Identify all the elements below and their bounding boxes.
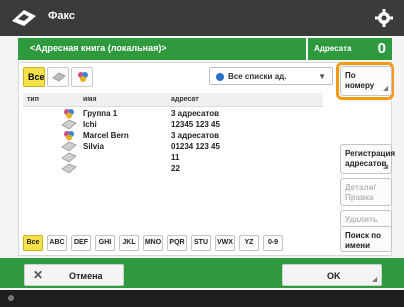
alpha-tab-yz[interactable]: YZ	[239, 235, 259, 251]
alpha-tab-abc[interactable]: ABC	[47, 235, 67, 251]
corner-icon: ◢	[372, 277, 377, 283]
address-list-dropdown[interactable]: Все списки ад. ▼	[209, 67, 333, 85]
delete-label: Удалить	[345, 215, 378, 224]
type-filter-fax[interactable]	[47, 67, 69, 87]
alpha-tab-pqr[interactable]: PQR	[167, 235, 187, 251]
by-number-button[interactable]: По номеру ◢	[340, 66, 392, 96]
fax-icon	[12, 10, 36, 26]
footer-bar: ✕ Отмена OK ◢	[0, 258, 404, 288]
address-book-selector[interactable]: <Адресная книга (локальная)>	[18, 38, 306, 60]
globe-icon	[216, 73, 224, 81]
search-by-name-button[interactable]: Поиск по имени	[340, 226, 392, 252]
alpha-tab-ghi[interactable]: GHI	[95, 235, 115, 251]
row-address: 01234 123 45	[171, 142, 220, 151]
details-edit-label: Детали/ Правка	[345, 183, 376, 202]
details-edit-button[interactable]: Детали/ Правка	[340, 178, 392, 206]
alpha-tab-def[interactable]: DEF	[71, 235, 91, 251]
alpha-tab-jkl[interactable]: JKL	[119, 235, 139, 251]
fax-machine-icon	[52, 72, 66, 82]
address-rows: Группа 1 3 адресатов Ichi 12345 123 45 M…	[23, 108, 323, 174]
cancel-button[interactable]: ✕ Отмена	[24, 264, 124, 286]
row-name: Marcel Bern	[83, 131, 129, 140]
status-bar	[0, 290, 404, 307]
fax-machine-icon	[61, 163, 77, 174]
header-bar: <Адресная книга (локальная)> Адресата 0	[0, 38, 404, 60]
gear-icon[interactable]	[374, 8, 394, 28]
destination-count-value: 0	[377, 40, 386, 57]
alpha-tab-vwx[interactable]: VWX	[215, 235, 235, 251]
ok-label: OK	[327, 271, 341, 281]
title-bar: Факс	[0, 0, 404, 36]
page-title: Факс	[48, 10, 75, 22]
table-header: тип имя адресат	[23, 93, 323, 107]
row-address: 3 адресатов	[171, 109, 220, 118]
row-address: 3 адресатов	[171, 131, 220, 140]
row-address: 11	[171, 153, 180, 162]
table-row[interactable]: 22	[23, 163, 323, 174]
alpha-tab-all[interactable]: Все	[23, 235, 43, 251]
cancel-label: Отмена	[69, 271, 103, 281]
alpha-tab-mno[interactable]: MNO	[143, 235, 163, 251]
corner-icon: ◢	[383, 85, 388, 92]
type-filter-group[interactable]	[71, 67, 93, 87]
close-icon: ✕	[33, 268, 44, 282]
status-dot-icon	[8, 295, 14, 301]
row-address: 12345 123 45	[171, 120, 220, 129]
row-name: Silvia	[83, 142, 104, 151]
register-destinations-button[interactable]: Регистрация адресатов ◢	[340, 144, 395, 174]
address-list-dropdown-value: Все списки ад.	[228, 72, 287, 81]
group-icon	[78, 72, 88, 82]
row-name: Ichi	[83, 120, 97, 129]
chevron-down-icon: ▼	[318, 72, 326, 81]
type-filter-all[interactable]: Все	[23, 67, 45, 87]
destination-count: Адресата 0	[308, 38, 392, 60]
column-address[interactable]: адресат	[171, 96, 199, 103]
row-name: Группа 1	[83, 109, 118, 118]
alpha-tab-digits[interactable]: 0-9	[263, 235, 283, 251]
alpha-tab-stu[interactable]: STU	[191, 235, 211, 251]
column-type[interactable]: тип	[27, 96, 39, 103]
by-number-label: По номеру	[345, 71, 375, 90]
row-address: 22	[171, 164, 180, 173]
column-name[interactable]: имя	[83, 96, 97, 103]
search-by-name-label: Поиск по имени	[345, 231, 381, 250]
ok-button[interactable]: OK ◢	[282, 264, 382, 286]
corner-icon: ◢	[383, 163, 388, 170]
destination-count-label: Адресата	[314, 44, 352, 53]
